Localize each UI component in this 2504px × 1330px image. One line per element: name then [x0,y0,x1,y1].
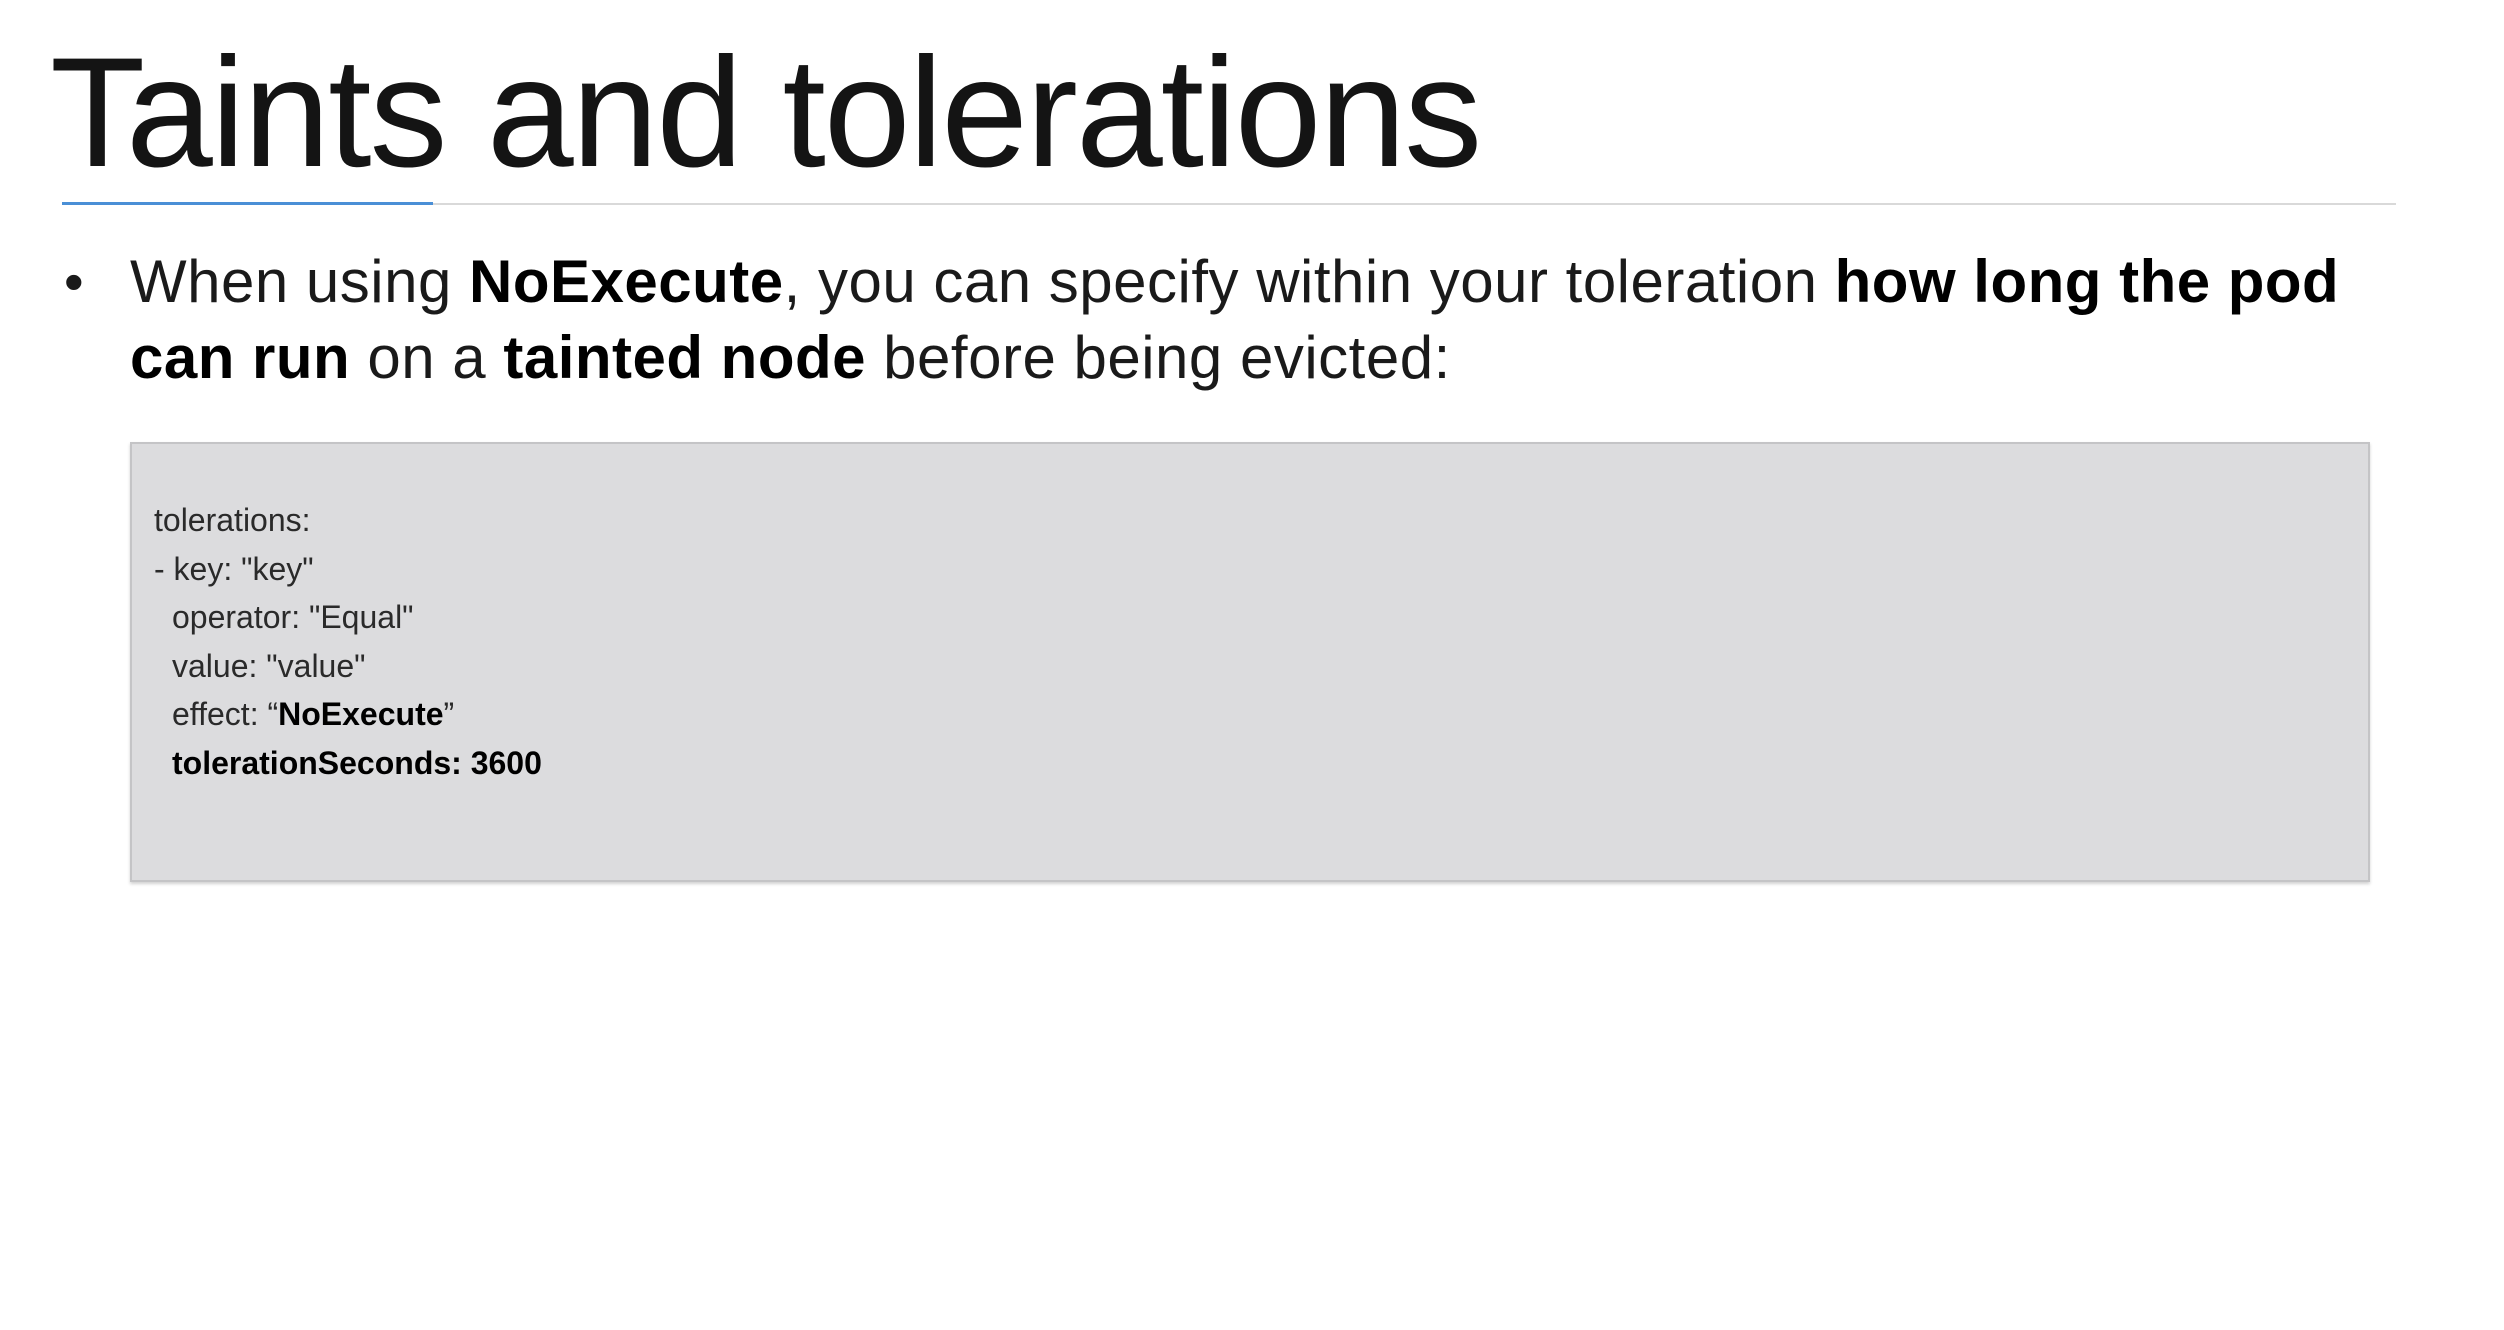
code-lines: tolerations: - key: "key" operator: "Equ… [154,496,542,787]
code-line: effect: “NoExecute” [154,690,542,739]
bullet-marker: • [64,250,84,313]
bullet-segment: before being evicted: [866,324,1451,391]
code-line-text: ” [443,696,455,732]
slide: Taints and tolerations • When using NoEx… [0,0,2504,1330]
bullet-segment-bold: NoExecute [469,248,784,315]
code-line: - key: "key" [154,545,542,594]
code-line-text: operator: "Equal" [172,599,414,635]
code-line-text: value: "value" [172,647,366,684]
code-block: tolerations: - key: "key" operator: "Equ… [130,442,2370,882]
code-line-bold: tolerationSeconds: 3600 [172,744,542,781]
bullet-segment: When using [130,248,470,315]
bullet-segment: , you can specify within your toleration [783,248,1835,315]
code-line-text: - key: "key" [154,550,314,587]
slide-title: Taints and tolerations [50,26,1482,200]
code-line: operator: "Equal" [154,593,542,642]
code-line: value: "value" [154,642,542,691]
code-line-text: effect: “ [172,696,279,732]
bullet-segment: on a [350,324,504,391]
bullet-text: When using NoExecute, you can specify wi… [130,244,2384,396]
title-divider-accent [62,202,433,205]
code-line-text: tolerations: [154,502,311,538]
code-line: tolerations: [154,496,542,545]
code-line: tolerationSeconds: 3600 [154,739,542,788]
code-line-bold: NoExecute [278,696,444,732]
bullet-segment-bold: tainted node [503,324,867,391]
